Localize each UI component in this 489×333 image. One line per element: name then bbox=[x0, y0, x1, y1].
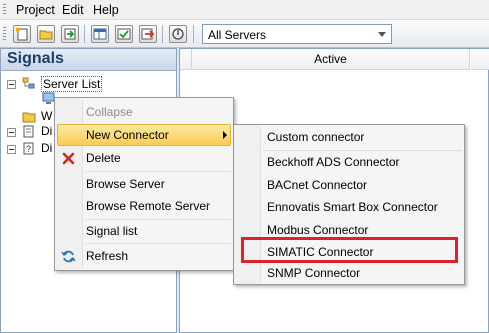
help-document-icon: ? bbox=[23, 142, 34, 155]
tree-item-server-list[interactable]: Server List bbox=[41, 76, 103, 92]
window-layout-icon bbox=[93, 28, 107, 40]
menu-separator bbox=[85, 243, 231, 244]
import-icon bbox=[64, 28, 76, 40]
export-icon bbox=[141, 28, 155, 40]
refresh-icon bbox=[61, 250, 76, 263]
menu-separator bbox=[85, 171, 231, 172]
menu-item-browse-server[interactable]: Browse Server bbox=[57, 173, 231, 195]
menu-item-refresh[interactable]: Refresh bbox=[57, 245, 231, 267]
server-filter-value: All Servers bbox=[208, 28, 267, 42]
red-x-icon bbox=[62, 152, 75, 165]
row-header-corner bbox=[180, 49, 192, 70]
annotation-highlight-box bbox=[241, 237, 458, 263]
signals-panel-header: Signals bbox=[1, 49, 176, 71]
context-menu: Collapse New Connector Delete Browse Ser… bbox=[54, 97, 234, 271]
menu-item-label: Custom connector bbox=[267, 130, 365, 144]
menu-item-label: Beckhoff ADS Connector bbox=[267, 155, 400, 169]
menu-edit[interactable]: Edit bbox=[62, 3, 84, 17]
menu-item-collapse[interactable]: Collapse bbox=[57, 101, 231, 123]
menu-item-bacnet-connector[interactable]: BACnet Connector bbox=[236, 174, 462, 196]
toolbar-separator bbox=[193, 25, 194, 43]
menu-item-label: Refresh bbox=[86, 249, 129, 263]
new-document-icon bbox=[15, 27, 28, 41]
menu-item-label: Browse Remote Server bbox=[86, 199, 211, 213]
menu-project[interactable]: Project bbox=[16, 3, 55, 17]
menu-item-browse-remote-server[interactable]: Browse Remote Server bbox=[57, 195, 231, 217]
import-button[interactable] bbox=[61, 25, 79, 43]
menu-item-ennovatis-connector[interactable]: Ennovatis Smart Box Connector bbox=[236, 196, 462, 218]
menu-item-custom-connector[interactable]: Custom connector bbox=[236, 126, 462, 148]
menu-item-label: Ennovatis Smart Box Connector bbox=[267, 200, 438, 214]
layout-button[interactable] bbox=[91, 25, 109, 43]
export-button[interactable] bbox=[139, 25, 157, 43]
menu-item-label: SNMP Connector bbox=[267, 266, 361, 280]
menu-item-label: Collapse bbox=[86, 105, 133, 119]
toolbar-separator bbox=[84, 25, 85, 43]
open-project-button[interactable] bbox=[37, 25, 55, 43]
menu-item-new-connector[interactable]: New Connector bbox=[57, 124, 231, 146]
server-filter-dropdown[interactable]: All Servers bbox=[202, 24, 392, 44]
chevron-down-icon[interactable] bbox=[378, 32, 386, 37]
new-project-button[interactable] bbox=[13, 25, 31, 43]
tree-item[interactable]: Di bbox=[41, 141, 52, 155]
check-button[interactable] bbox=[115, 25, 133, 43]
toolbar-separator bbox=[162, 25, 163, 43]
tree-expander[interactable] bbox=[7, 145, 16, 154]
tree-expander[interactable] bbox=[7, 128, 16, 137]
open-folder-icon bbox=[39, 30, 53, 40]
checkmark-icon bbox=[117, 28, 131, 40]
power-icon bbox=[172, 28, 184, 40]
menu-item-label: New Connector bbox=[86, 128, 169, 142]
menu-item-snmp-connector[interactable]: SNMP Connector bbox=[236, 262, 462, 284]
column-header-active[interactable]: Active bbox=[192, 49, 470, 70]
toolbar-grip bbox=[3, 27, 6, 41]
submenu-arrow-icon bbox=[223, 131, 227, 139]
menu-bar: Project Edit Help bbox=[0, 0, 489, 20]
tree-item[interactable]: Di bbox=[41, 124, 52, 138]
folder-icon bbox=[22, 112, 36, 123]
menu-help[interactable]: Help bbox=[93, 3, 119, 17]
menu-item-delete[interactable]: Delete bbox=[57, 147, 231, 169]
tree-item[interactable]: W bbox=[41, 109, 52, 123]
menu-item-label: BACnet Connector bbox=[267, 178, 368, 192]
menu-item-label: Browse Server bbox=[86, 177, 165, 191]
tree-expander[interactable] bbox=[7, 80, 16, 89]
stop-button[interactable] bbox=[169, 25, 187, 43]
panel-title: Signals bbox=[7, 50, 64, 67]
server-list-icon bbox=[22, 77, 35, 89]
menubar-grip bbox=[3, 4, 6, 16]
document-icon bbox=[23, 125, 34, 138]
menu-item-signal-list[interactable]: Signal list bbox=[57, 220, 231, 242]
column-header-filler bbox=[471, 49, 489, 70]
menu-item-label: Delete bbox=[86, 151, 121, 165]
menu-item-beckhoff-ads-connector[interactable]: Beckhoff ADS Connector bbox=[236, 151, 462, 173]
svg-text:?: ? bbox=[26, 144, 31, 154]
menu-item-label: Signal list bbox=[86, 224, 138, 238]
